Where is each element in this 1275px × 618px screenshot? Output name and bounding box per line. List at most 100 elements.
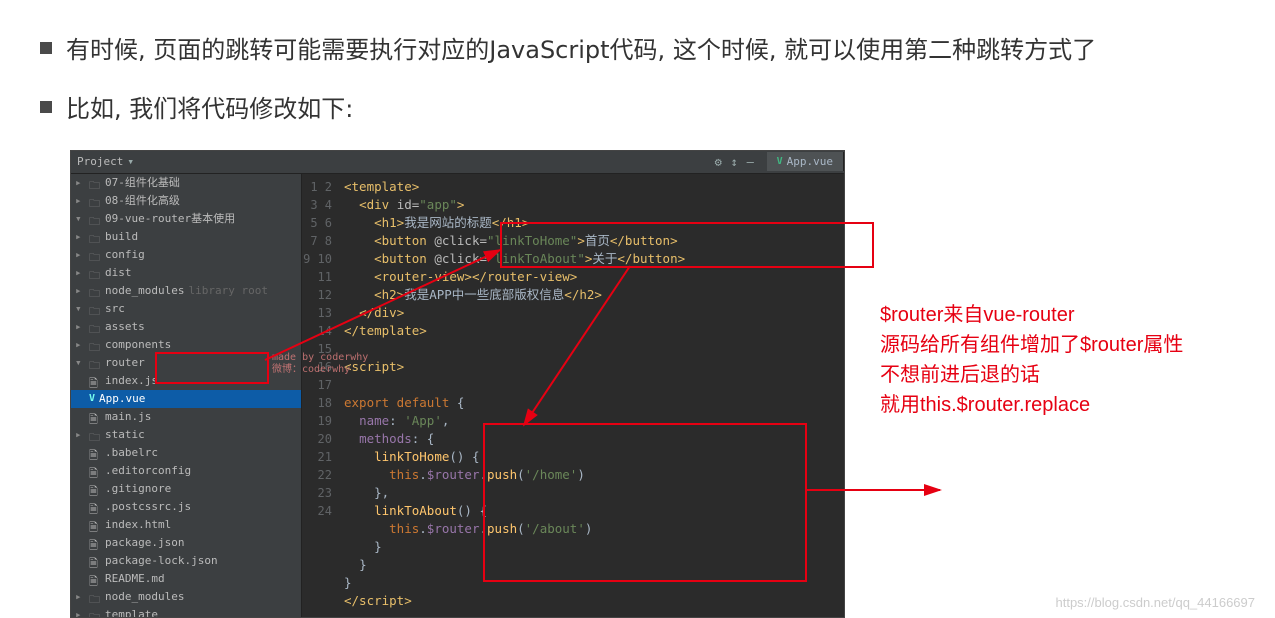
file-icon: 🗎: [89, 447, 101, 459]
folder-icon: 🗀: [89, 339, 101, 351]
folder-icon: 🗀: [89, 285, 101, 297]
ide-toolbar: Project ▾ ⚙ ↕ — V App.vue: [71, 151, 844, 174]
tree-label: README.md: [105, 570, 165, 588]
tree-label: .babelrc: [105, 444, 158, 462]
tree-label: template: [105, 606, 158, 617]
ide-body: ▸🗀07-组件化基础▸🗀08-组件化高级▾🗀09-vue-router基本使用▸…: [71, 174, 844, 617]
tree-label: node_modules: [105, 588, 184, 606]
tree-label: package-lock.json: [105, 552, 218, 570]
tree-label: 09-vue-router基本使用: [105, 210, 235, 228]
tree-label: router: [105, 354, 145, 372]
tree-file[interactable]: 🗎 README.md: [71, 570, 301, 588]
page: 有时候, 页面的跳转可能需要执行对应的JavaScript代码, 这个时候, 就…: [0, 0, 1275, 618]
collapse-icon[interactable]: ↕: [731, 155, 745, 169]
file-icon: 🗎: [89, 519, 101, 531]
tree-folder[interactable]: ▸🗀node_modules: [71, 588, 301, 606]
tree-folder[interactable]: ▾🗀src: [71, 300, 301, 318]
file-icon: 🗎: [89, 573, 101, 585]
page-watermark: https://blog.csdn.net/qq_44166697: [1056, 595, 1256, 610]
tree-folder[interactable]: ▸🗀config: [71, 246, 301, 264]
file-icon: 🗎: [89, 411, 101, 423]
screenshot-wrapper: Project ▾ ⚙ ↕ — V App.vue ▸🗀07-组件化基础▸🗀08…: [70, 150, 845, 618]
ide-window: Project ▾ ⚙ ↕ — V App.vue ▸🗀07-组件化基础▸🗀08…: [70, 150, 845, 618]
file-icon: 🗎: [89, 555, 101, 567]
tree-label: static: [105, 426, 145, 444]
tree-label: build: [105, 228, 138, 246]
code-editor[interactable]: 1 2 3 4 5 6 7 8 9 10 11 12 13 14 15 16 1…: [302, 174, 844, 617]
file-icon: 🗎: [89, 375, 101, 387]
tree-label: dist: [105, 264, 132, 282]
tree-file[interactable]: 🗎 package-lock.json: [71, 552, 301, 570]
tree-folder[interactable]: ▸🗀07-组件化基础: [71, 174, 301, 192]
tree-folder[interactable]: ▸🗀build: [71, 228, 301, 246]
folder-icon: 🗀: [89, 303, 101, 315]
folder-icon: 🗀: [89, 267, 101, 279]
folder-icon: 🗀: [89, 591, 101, 603]
annotation-line: 就用this.$router.replace: [880, 390, 1183, 420]
tree-label: node_modules: [105, 282, 184, 300]
bullet-item: 有时候, 页面的跳转可能需要执行对应的JavaScript代码, 这个时候, 就…: [40, 30, 1235, 71]
annotation-line: 源码给所有组件增加了$router属性: [880, 330, 1183, 360]
tree-label: index.html: [105, 516, 171, 534]
tree-label: .editorconfig: [105, 462, 191, 480]
tree-folder[interactable]: ▸🗀components: [71, 336, 301, 354]
tree-label: .postcssrc.js: [105, 498, 191, 516]
annotation-line: 不想前进后退的话: [880, 360, 1183, 390]
tree-label: .gitignore: [105, 480, 171, 498]
tree-file[interactable]: 🗎 package.json: [71, 534, 301, 552]
vue-icon: V: [89, 390, 95, 408]
folder-icon: 🗀: [89, 429, 101, 441]
tree-label: src: [105, 300, 125, 318]
folder-icon: 🗀: [89, 357, 101, 369]
gear-icon[interactable]: ⚙: [715, 155, 729, 169]
tree-label: assets: [105, 318, 145, 336]
author-watermark: made by coderwhy 微博：coderwhy: [272, 352, 368, 376]
tree-folder[interactable]: ▸🗀static: [71, 426, 301, 444]
file-icon: 🗎: [89, 537, 101, 549]
bullet-item: 比如, 我们将代码修改如下:: [40, 89, 1235, 130]
file-icon: 🗎: [89, 483, 101, 495]
tree-label: 07-组件化基础: [105, 174, 180, 192]
tree-label: components: [105, 336, 171, 354]
tree-label: App.vue: [99, 390, 145, 408]
tree-folder[interactable]: ▸🗀08-组件化高级: [71, 192, 301, 210]
tree-folder[interactable]: ▾🗀router: [71, 354, 301, 372]
folder-icon: 🗀: [89, 249, 101, 261]
project-label: Project: [77, 155, 123, 168]
line-gutter: 1 2 3 4 5 6 7 8 9 10 11 12 13 14 15 16 1…: [302, 174, 340, 617]
bullet-list: 有时候, 页面的跳转可能需要执行对应的JavaScript代码, 这个时候, 就…: [40, 30, 1235, 130]
editor-tab[interactable]: V App.vue: [767, 152, 844, 171]
tree-file[interactable]: 🗎 index.js: [71, 372, 301, 390]
tree-file[interactable]: 🗎 .editorconfig: [71, 462, 301, 480]
project-tree[interactable]: ▸🗀07-组件化基础▸🗀08-组件化高级▾🗀09-vue-router基本使用▸…: [71, 174, 302, 617]
annotation-text: $router来自vue-router 源码给所有组件增加了$router属性 …: [880, 300, 1183, 420]
tree-folder[interactable]: ▸🗀template: [71, 606, 301, 617]
tree-file[interactable]: 🗎 index.html: [71, 516, 301, 534]
tree-folder[interactable]: ▸🗀node_modules library root: [71, 282, 301, 300]
tree-folder[interactable]: ▸🗀assets: [71, 318, 301, 336]
folder-icon: 🗀: [89, 195, 101, 207]
file-icon: 🗎: [89, 465, 101, 477]
tree-label: index.js: [105, 372, 158, 390]
tree-file[interactable]: 🗎.postcssrc.js: [71, 498, 301, 516]
folder-icon: 🗀: [89, 321, 101, 333]
folder-icon: 🗀: [89, 231, 101, 243]
vue-icon: V: [777, 156, 783, 167]
tree-folder[interactable]: ▾🗀09-vue-router基本使用: [71, 210, 301, 228]
tree-file[interactable]: 🗎 .gitignore: [71, 480, 301, 498]
tree-folder[interactable]: ▸🗀dist: [71, 264, 301, 282]
tree-file[interactable]: 🗎 main.js: [71, 408, 301, 426]
code-area[interactable]: <template> <div id="app"> <h1>我是网站的标题</h…: [340, 174, 844, 617]
chevron-down-icon: ▾: [127, 155, 141, 169]
folder-icon: 🗀: [89, 609, 101, 617]
toolbar-actions: ⚙ ↕ —: [715, 155, 767, 169]
tree-file[interactable]: VApp.vue: [71, 390, 301, 408]
project-tool-window-header[interactable]: Project ▾: [71, 155, 715, 169]
tree-label: 08-组件化高级: [105, 192, 180, 210]
hide-icon[interactable]: —: [747, 155, 761, 169]
tree-file[interactable]: 🗎 .babelrc: [71, 444, 301, 462]
annotation-line: $router来自vue-router: [880, 300, 1183, 330]
tree-label: main.js: [105, 408, 151, 426]
tree-label: package.json: [105, 534, 184, 552]
tab-filename: App.vue: [787, 155, 833, 168]
